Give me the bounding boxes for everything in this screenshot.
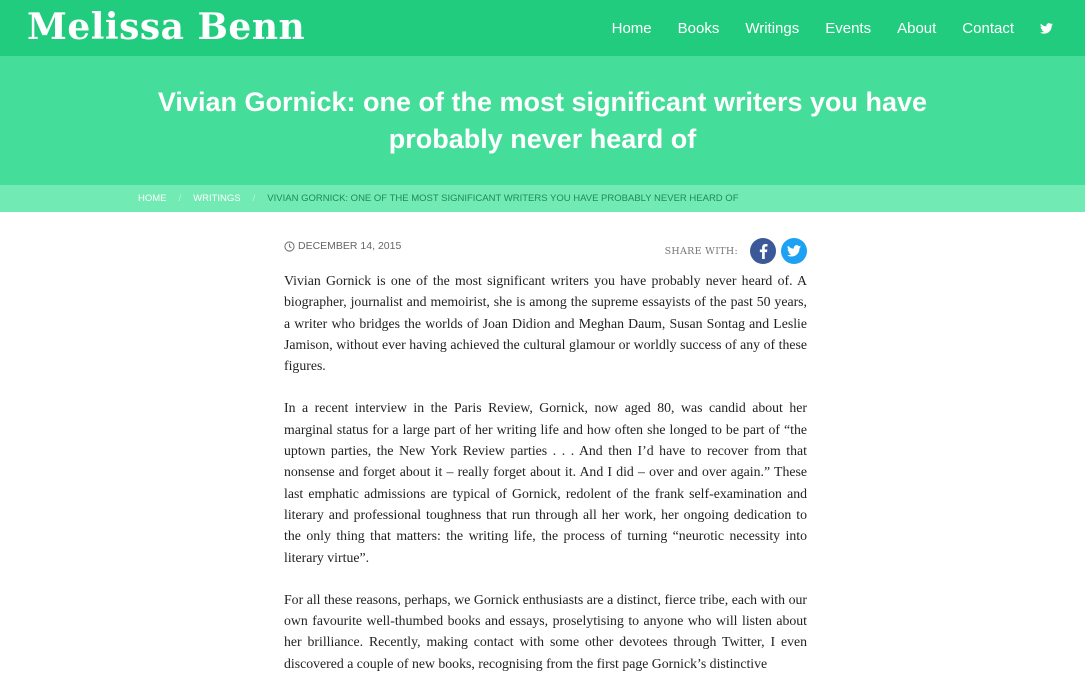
twitter-bird-icon [1040,22,1053,34]
twitter-icon [787,245,801,257]
article-paragraph: In a recent interview in the Paris Revie… [284,400,807,565]
site-logo-title[interactable]: Melissa Benn [27,4,305,50]
breadcrumb-writings[interactable]: WRITINGS [193,193,241,204]
article-title: Vivian Gornick: one of the most signific… [157,86,928,154]
breadcrumb-separator: / [178,193,182,204]
breadcrumb: HOME / WRITINGS / VIVIAN GORNICK: ONE OF… [0,185,1085,212]
nav-about[interactable]: About [897,20,936,37]
twitter-share-button[interactable] [781,238,807,264]
article-body: Vivian Gornick is one of the most signif… [284,270,807,674]
breadcrumb-home[interactable]: HOME [138,193,167,204]
nav-home[interactable]: Home [612,20,652,37]
article-content: DECEMBER 14, 2015 SHARE WITH: Vivian Gor… [284,236,807,695]
article-meta: DECEMBER 14, 2015 SHARE WITH: [284,236,807,270]
facebook-icon [759,243,767,259]
facebook-share-button[interactable] [750,238,776,264]
site-header: Melissa Benn Home Books Writings Events … [0,0,1085,56]
article-date: DECEMBER 14, 2015 [284,240,401,252]
main-nav: Home Books Writings Events About Contact [586,0,1053,56]
breadcrumb-current: VIVIAN GORNICK: ONE OF THE MOST SIGNIFIC… [267,193,739,204]
page-hero: Vivian Gornick: one of the most signific… [0,56,1085,185]
nav-contact[interactable]: Contact [962,20,1014,37]
article-paragraph: For all these reasons, perhaps, we Gorni… [284,591,807,671]
breadcrumb-separator: / [252,193,256,204]
nav-books[interactable]: Books [678,20,720,37]
nav-events[interactable]: Events [825,20,871,37]
clock-icon [284,240,295,252]
date-text: DECEMBER 14, 2015 [298,240,402,252]
nav-writings[interactable]: Writings [745,20,799,37]
twitter-icon[interactable] [1040,22,1053,34]
share-label: SHARE WITH: [664,245,738,257]
share-bar: SHARE WITH: [665,238,807,264]
article-paragraph: Vivian Gornick is one of the most signif… [284,273,807,374]
